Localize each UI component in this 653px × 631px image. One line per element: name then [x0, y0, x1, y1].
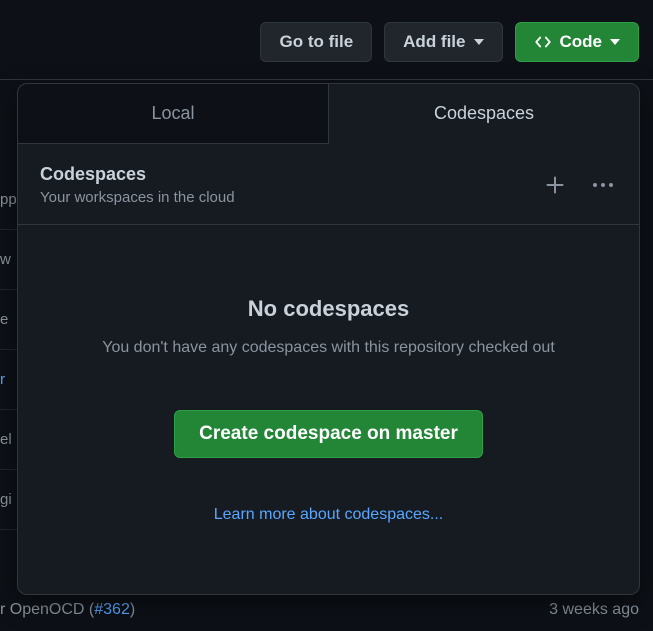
code-icon	[534, 33, 552, 51]
popover-header: Codespaces Your workspaces in the cloud	[18, 144, 639, 225]
commit-row: r OpenOCD (#362)	[0, 601, 135, 619]
popover-tabs: Local Codespaces	[18, 84, 639, 144]
codespace-options-button[interactable]	[589, 171, 617, 199]
repo-action-bar: Go to file Add file Code	[260, 22, 639, 62]
code-label: Code	[560, 32, 603, 52]
tab-codespaces[interactable]: Codespaces	[329, 84, 639, 144]
go-to-file-label: Go to file	[279, 32, 353, 52]
create-codespace-label: Create codespace on master	[199, 423, 458, 444]
commit-time: 3 weeks ago	[549, 601, 639, 619]
caret-down-icon	[474, 39, 484, 45]
popover-title: Codespaces	[40, 164, 541, 185]
popover-body: No codespaces You don't have any codespa…	[18, 225, 639, 594]
tab-codespaces-label: Codespaces	[434, 103, 534, 124]
go-to-file-button[interactable]: Go to file	[260, 22, 372, 62]
add-file-label: Add file	[403, 32, 465, 52]
code-popover: Local Codespaces Codespaces Your workspa…	[17, 83, 640, 595]
popover-subtitle: Your workspaces in the cloud	[40, 189, 541, 206]
kebab-icon	[593, 183, 613, 187]
create-codespace-button[interactable]: Create codespace on master	[174, 410, 483, 458]
add-file-button[interactable]: Add file	[384, 22, 502, 62]
empty-state-title: No codespaces	[248, 296, 409, 322]
add-codespace-button[interactable]	[541, 171, 569, 199]
code-button[interactable]: Code	[515, 22, 640, 62]
empty-state-subtitle: You don't have any codespaces with this …	[102, 336, 555, 360]
tab-local-label: Local	[151, 103, 194, 124]
caret-down-icon	[610, 39, 620, 45]
issue-link[interactable]: #362	[94, 601, 130, 618]
tab-local[interactable]: Local	[18, 84, 329, 144]
learn-more-label: Learn more about codespaces...	[214, 506, 443, 523]
learn-more-link[interactable]: Learn more about codespaces...	[214, 506, 443, 524]
